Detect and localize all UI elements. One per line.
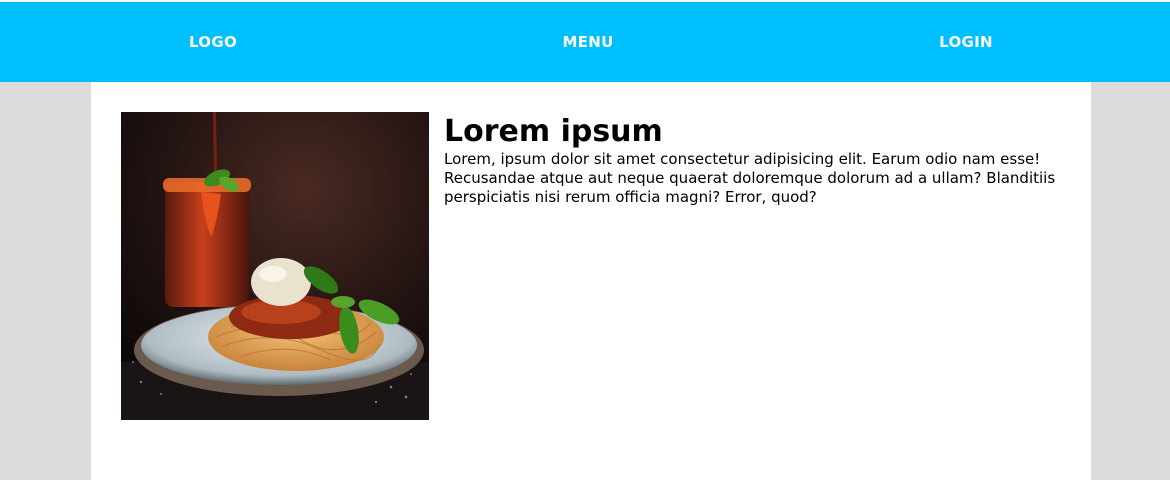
navbar: LOGO MENU LOGIN: [0, 2, 1170, 82]
article-title: Lorem ipsum: [444, 114, 663, 149]
nav-menu-link[interactable]: MENU: [562, 2, 613, 82]
nav-logo-link[interactable]: LOGO: [189, 2, 237, 82]
main-content: Lorem ipsum Lorem, ipsum dolor sit amet …: [91, 82, 1091, 480]
article-body: Lorem, ipsum dolor sit amet consectetur …: [444, 150, 1056, 206]
food-image: [121, 112, 429, 420]
nav-login-link[interactable]: LOGIN: [939, 2, 993, 82]
